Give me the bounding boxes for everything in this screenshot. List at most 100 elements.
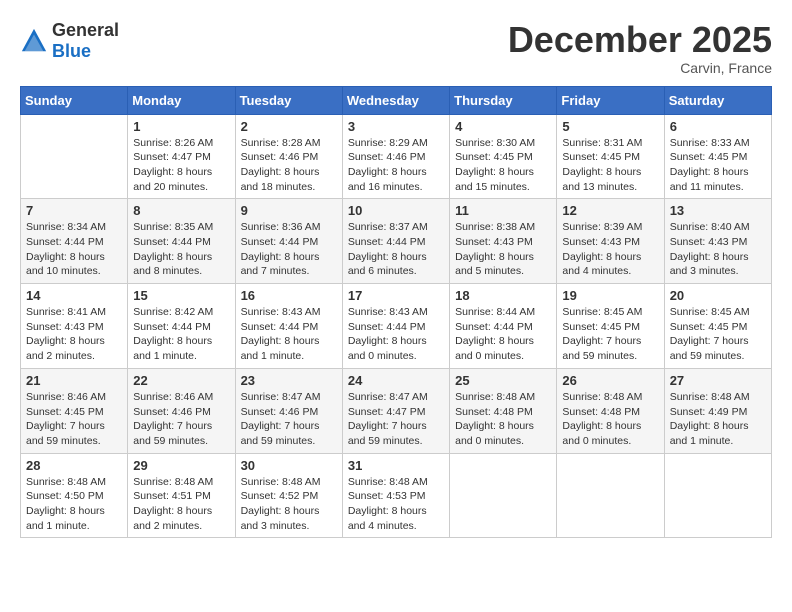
day-info: Sunrise: 8:36 AM Sunset: 4:44 PM Dayligh… [241, 220, 337, 279]
day-info: Sunrise: 8:43 AM Sunset: 4:44 PM Dayligh… [241, 305, 337, 364]
calendar-cell: 18 Sunrise: 8:44 AM Sunset: 4:44 PM Dayli… [450, 284, 557, 369]
day-number: 15 [133, 288, 229, 303]
day-info: Sunrise: 8:48 AM Sunset: 4:52 PM Dayligh… [241, 475, 337, 534]
header-day-wednesday: Wednesday [342, 86, 449, 114]
day-info: Sunrise: 8:30 AM Sunset: 4:45 PM Dayligh… [455, 136, 551, 195]
calendar-cell [557, 453, 664, 538]
day-number: 7 [26, 203, 122, 218]
calendar-cell: 8 Sunrise: 8:35 AM Sunset: 4:44 PM Daylig… [128, 199, 235, 284]
day-number: 28 [26, 458, 122, 473]
calendar-cell: 23 Sunrise: 8:47 AM Sunset: 4:46 PM Dayli… [235, 368, 342, 453]
day-number: 27 [670, 373, 766, 388]
day-info: Sunrise: 8:35 AM Sunset: 4:44 PM Dayligh… [133, 220, 229, 279]
day-info: Sunrise: 8:39 AM Sunset: 4:43 PM Dayligh… [562, 220, 658, 279]
day-number: 23 [241, 373, 337, 388]
calendar-cell: 19Sunrise: 8:45 AM Sunset: 4:45 PM Dayli… [557, 284, 664, 369]
day-number: 13 [670, 203, 766, 218]
day-number: 18 [455, 288, 551, 303]
day-number: 3 [348, 119, 444, 134]
day-info: Sunrise: 8:29 AM Sunset: 4:46 PM Dayligh… [348, 136, 444, 195]
calendar-cell: 29 Sunrise: 8:48 AM Sunset: 4:51 PM Dayli… [128, 453, 235, 538]
calendar-cell: 7 Sunrise: 8:34 AM Sunset: 4:44 PM Daylig… [21, 199, 128, 284]
page-header: General Blue December 2025 Carvin, Franc… [20, 20, 772, 76]
day-number: 26 [562, 373, 658, 388]
day-info: Sunrise: 8:48 AM Sunset: 4:48 PM Dayligh… [455, 390, 551, 449]
calendar-cell: 4 Sunrise: 8:30 AM Sunset: 4:45 PM Daylig… [450, 114, 557, 199]
day-number: 9 [241, 203, 337, 218]
day-number: 22 [133, 373, 229, 388]
title-block: December 2025 Carvin, France [508, 20, 772, 76]
day-info: Sunrise: 8:41 AM Sunset: 4:43 PM Dayligh… [26, 305, 122, 364]
calendar-cell: 31Sunrise: 8:48 AM Sunset: 4:53 PM Dayli… [342, 453, 449, 538]
day-number: 25 [455, 373, 551, 388]
calendar-cell: 25 Sunrise: 8:48 AM Sunset: 4:48 PM Dayli… [450, 368, 557, 453]
calendar-body: 1Sunrise: 8:26 AM Sunset: 4:47 PM Daylig… [21, 114, 772, 538]
logo-blue: Blue [52, 41, 91, 61]
day-info: Sunrise: 8:44 AM Sunset: 4:44 PM Dayligh… [455, 305, 551, 364]
day-number: 2 [241, 119, 337, 134]
calendar-week-2: 7 Sunrise: 8:34 AM Sunset: 4:44 PM Daylig… [21, 199, 772, 284]
day-info: Sunrise: 8:48 AM Sunset: 4:51 PM Dayligh… [133, 475, 229, 534]
calendar-header: SundayMondayTuesdayWednesdayThursdayFrid… [21, 86, 772, 114]
day-info: Sunrise: 8:48 AM Sunset: 4:48 PM Dayligh… [562, 390, 658, 449]
day-info: Sunrise: 8:40 AM Sunset: 4:43 PM Dayligh… [670, 220, 766, 279]
header-day-saturday: Saturday [664, 86, 771, 114]
calendar-cell: 17 Sunrise: 8:43 AM Sunset: 4:44 PM Dayli… [342, 284, 449, 369]
header-day-monday: Monday [128, 86, 235, 114]
header-day-sunday: Sunday [21, 86, 128, 114]
day-info: Sunrise: 8:42 AM Sunset: 4:44 PM Dayligh… [133, 305, 229, 364]
day-number: 29 [133, 458, 229, 473]
day-info: Sunrise: 8:48 AM Sunset: 4:53 PM Dayligh… [348, 475, 444, 534]
calendar-cell: 13 Sunrise: 8:40 AM Sunset: 4:43 PM Dayli… [664, 199, 771, 284]
day-info: Sunrise: 8:34 AM Sunset: 4:44 PM Dayligh… [26, 220, 122, 279]
day-info: Sunrise: 8:37 AM Sunset: 4:44 PM Dayligh… [348, 220, 444, 279]
calendar-cell: 26 Sunrise: 8:48 AM Sunset: 4:48 PM Dayli… [557, 368, 664, 453]
calendar-cell [21, 114, 128, 199]
day-number: 4 [455, 119, 551, 134]
calendar-cell: 3 Sunrise: 8:29 AM Sunset: 4:46 PM Daylig… [342, 114, 449, 199]
day-number: 1 [133, 119, 229, 134]
day-info: Sunrise: 8:28 AM Sunset: 4:46 PM Dayligh… [241, 136, 337, 195]
calendar-table: SundayMondayTuesdayWednesdayThursdayFrid… [20, 86, 772, 539]
calendar-cell: 5Sunrise: 8:31 AM Sunset: 4:45 PM Daylig… [557, 114, 664, 199]
month-title: December 2025 [508, 20, 772, 60]
calendar-cell: 11 Sunrise: 8:38 AM Sunset: 4:43 PM Dayli… [450, 199, 557, 284]
calendar-week-1: 1Sunrise: 8:26 AM Sunset: 4:47 PM Daylig… [21, 114, 772, 199]
day-number: 6 [670, 119, 766, 134]
calendar-cell: 20 Sunrise: 8:45 AM Sunset: 4:45 PM Dayli… [664, 284, 771, 369]
day-number: 24 [348, 373, 444, 388]
day-info: Sunrise: 8:48 AM Sunset: 4:49 PM Dayligh… [670, 390, 766, 449]
calendar-cell: 10 Sunrise: 8:37 AM Sunset: 4:44 PM Dayli… [342, 199, 449, 284]
day-number: 20 [670, 288, 766, 303]
logo-icon [20, 27, 48, 55]
calendar-week-5: 28 Sunrise: 8:48 AM Sunset: 4:50 PM Dayli… [21, 453, 772, 538]
calendar-cell: 14Sunrise: 8:41 AM Sunset: 4:43 PM Dayli… [21, 284, 128, 369]
header-day-friday: Friday [557, 86, 664, 114]
day-info: Sunrise: 8:43 AM Sunset: 4:44 PM Dayligh… [348, 305, 444, 364]
day-info: Sunrise: 8:31 AM Sunset: 4:45 PM Dayligh… [562, 136, 658, 195]
day-info: Sunrise: 8:47 AM Sunset: 4:46 PM Dayligh… [241, 390, 337, 449]
calendar-week-4: 21Sunrise: 8:46 AM Sunset: 4:45 PM Dayli… [21, 368, 772, 453]
day-info: Sunrise: 8:47 AM Sunset: 4:47 PM Dayligh… [348, 390, 444, 449]
calendar-cell: 1Sunrise: 8:26 AM Sunset: 4:47 PM Daylig… [128, 114, 235, 199]
day-info: Sunrise: 8:48 AM Sunset: 4:50 PM Dayligh… [26, 475, 122, 534]
calendar-cell: 2 Sunrise: 8:28 AM Sunset: 4:46 PM Daylig… [235, 114, 342, 199]
day-info: Sunrise: 8:38 AM Sunset: 4:43 PM Dayligh… [455, 220, 551, 279]
location: Carvin, France [508, 60, 772, 76]
day-number: 8 [133, 203, 229, 218]
header-day-tuesday: Tuesday [235, 86, 342, 114]
logo-text: General Blue [52, 20, 119, 62]
day-number: 11 [455, 203, 551, 218]
day-number: 17 [348, 288, 444, 303]
calendar-cell: 28 Sunrise: 8:48 AM Sunset: 4:50 PM Dayli… [21, 453, 128, 538]
calendar-cell: 27 Sunrise: 8:48 AM Sunset: 4:49 PM Dayli… [664, 368, 771, 453]
header-row: SundayMondayTuesdayWednesdayThursdayFrid… [21, 86, 772, 114]
calendar-cell: 6Sunrise: 8:33 AM Sunset: 4:45 PM Daylig… [664, 114, 771, 199]
day-info: Sunrise: 8:45 AM Sunset: 4:45 PM Dayligh… [670, 305, 766, 364]
day-number: 12 [562, 203, 658, 218]
day-number: 21 [26, 373, 122, 388]
header-day-thursday: Thursday [450, 86, 557, 114]
day-number: 10 [348, 203, 444, 218]
calendar-cell: 21Sunrise: 8:46 AM Sunset: 4:45 PM Dayli… [21, 368, 128, 453]
calendar-cell: 15 Sunrise: 8:42 AM Sunset: 4:44 PM Dayli… [128, 284, 235, 369]
